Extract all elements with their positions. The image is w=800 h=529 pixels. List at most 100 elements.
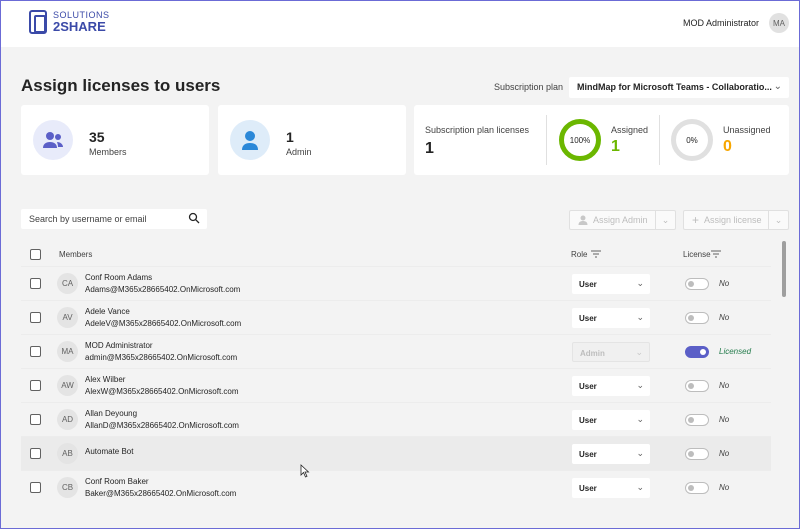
admin-label: Admin xyxy=(286,147,312,157)
member-name: Adele Vance xyxy=(85,307,130,316)
app-header: SOLUTIONS 2SHARE MOD Administrator MA xyxy=(1,1,799,47)
license-toggle[interactable] xyxy=(685,482,709,494)
unassigned-label: Unassigned xyxy=(723,125,771,135)
avatar: CB xyxy=(57,477,78,498)
search-placeholder: Search by username or email xyxy=(29,214,147,224)
user-avatar[interactable]: MA xyxy=(769,13,789,33)
page-title: Assign licenses to users xyxy=(21,76,221,95)
role-value: User xyxy=(579,484,597,493)
license-status: No xyxy=(719,279,730,288)
license-toggle[interactable] xyxy=(685,448,709,460)
members-icon xyxy=(33,120,73,160)
table-row[interactable]: AW Alex Wilber AlexW@M365x28665402.OnMic… xyxy=(21,368,771,402)
member-email: AllanD@M365x28665402.OnMicrosoft.com xyxy=(85,421,239,430)
assign-license-label: Assign license xyxy=(704,215,762,225)
licenses-title: Subscription plan licenses xyxy=(425,125,530,135)
admin-count: 1 xyxy=(286,129,294,145)
person-icon xyxy=(578,215,588,225)
table-row[interactable]: AB Automate Bot User ⌄ No xyxy=(21,436,771,470)
license-toggle[interactable] xyxy=(685,380,709,392)
role-value: User xyxy=(579,382,597,391)
chevron-down-icon: ⌄ xyxy=(636,312,644,322)
role-select[interactable]: User ⌄ xyxy=(572,376,650,396)
role-select[interactable]: User ⌄ xyxy=(572,444,650,464)
member-name: Allan Deyoung xyxy=(85,409,138,418)
role-column-header: Role xyxy=(571,250,588,259)
divider xyxy=(659,115,660,165)
filter-icon[interactable] xyxy=(711,250,721,258)
chevron-down-icon: ⌄ xyxy=(635,347,643,357)
role-select[interactable]: User ⌄ xyxy=(572,274,650,294)
chevron-down-icon: ⌄ xyxy=(636,414,644,424)
licenses-count: 1 xyxy=(425,140,434,157)
table-row[interactable]: CA Conf Room Adams Adams@M365x28665402.O… xyxy=(21,266,771,300)
admin-icon xyxy=(230,120,270,160)
search-input[interactable]: Search by username or email xyxy=(21,209,207,229)
row-checkbox[interactable] xyxy=(30,482,41,493)
members-card: 35 Members xyxy=(21,105,209,175)
solutions2share-logo: SOLUTIONS 2SHARE xyxy=(29,10,110,34)
assigned-ring: 100% xyxy=(559,119,601,161)
role-select[interactable]: User ⌄ xyxy=(572,308,650,328)
role-value: User xyxy=(579,450,597,459)
chevron-down-icon: ⌄ xyxy=(636,448,644,458)
member-email: AlexW@M365x28665402.OnMicrosoft.com xyxy=(85,387,239,396)
unassigned-count: 0 xyxy=(723,138,732,155)
logo-icon xyxy=(29,10,47,34)
subscription-plan-label: Subscription plan xyxy=(494,82,564,92)
member-email: admin@M365x28665402.OnMicrosoft.com xyxy=(85,353,238,362)
avatar: MA xyxy=(57,341,78,362)
member-name: Conf Room Adams xyxy=(85,273,153,282)
chevron-down-icon[interactable]: ⌄ xyxy=(655,211,675,229)
role-select[interactable]: User ⌄ xyxy=(572,410,650,430)
row-checkbox[interactable] xyxy=(30,312,41,323)
avatar: AB xyxy=(57,443,78,464)
assign-license-button[interactable]: + Assign license ⌄ xyxy=(683,210,789,230)
table-row[interactable]: AD Allan Deyoung AllanD@M365x28665402.On… xyxy=(21,402,771,436)
license-status: No xyxy=(719,313,730,322)
row-checkbox[interactable] xyxy=(30,278,41,289)
avatar: AD xyxy=(57,409,78,430)
admin-card: 1 Admin xyxy=(218,105,406,175)
table-row[interactable]: CB Conf Room Baker Baker@M365x28665402.O… xyxy=(21,470,771,504)
license-status: No xyxy=(719,415,730,424)
chevron-down-icon[interactable]: ⌄ xyxy=(768,211,788,229)
row-checkbox[interactable] xyxy=(30,414,41,425)
row-checkbox[interactable] xyxy=(30,448,41,459)
select-all-checkbox[interactable] xyxy=(30,249,41,260)
license-toggle[interactable] xyxy=(685,312,709,324)
table-header: Members Role License xyxy=(21,242,771,266)
member-name: Conf Room Baker xyxy=(85,477,149,486)
role-value: Admin xyxy=(580,349,605,358)
user-name: MOD Administrator xyxy=(682,18,759,28)
avatar: CA xyxy=(57,273,78,294)
assign-admin-button[interactable]: Assign Admin ⌄ xyxy=(569,210,676,230)
row-checkbox[interactable] xyxy=(30,346,41,357)
license-toggle[interactable] xyxy=(685,346,709,358)
members-count: 35 xyxy=(89,129,105,145)
scrollbar[interactable] xyxy=(782,241,786,297)
role-select[interactable]: User ⌄ xyxy=(572,478,650,498)
divider xyxy=(546,115,547,165)
license-column-header: License xyxy=(683,250,711,259)
chevron-down-icon: ⌄ xyxy=(636,278,644,288)
subscription-plan-select[interactable]: MindMap for Microsoft Teams - Collaborat… xyxy=(569,77,789,98)
table-row[interactable]: MA MOD Administrator admin@M365x28665402… xyxy=(21,334,771,368)
member-email: Adams@M365x28665402.OnMicrosoft.com xyxy=(85,285,241,294)
chevron-down-icon: ⌄ xyxy=(636,482,644,492)
license-toggle[interactable] xyxy=(685,278,709,290)
avatar: AW xyxy=(57,375,78,396)
avatar: AV xyxy=(57,307,78,328)
row-checkbox[interactable] xyxy=(30,380,41,391)
role-select: Admin ⌄ xyxy=(572,342,650,362)
search-icon[interactable] xyxy=(188,212,200,224)
logo-line2: 2SHARE xyxy=(53,19,106,34)
assigned-count: 1 xyxy=(611,138,620,155)
licenses-card: Subscription plan licenses 1 100% Assign… xyxy=(414,105,789,175)
license-toggle[interactable] xyxy=(685,414,709,426)
filter-icon[interactable] xyxy=(591,250,601,258)
table-row[interactable]: AV Adele Vance AdeleV@M365x28665402.OnMi… xyxy=(21,300,771,334)
role-value: User xyxy=(579,416,597,425)
members-column-header: Members xyxy=(59,250,93,259)
member-email: Baker@M365x28665402.OnMicrosoft.com xyxy=(85,489,237,498)
